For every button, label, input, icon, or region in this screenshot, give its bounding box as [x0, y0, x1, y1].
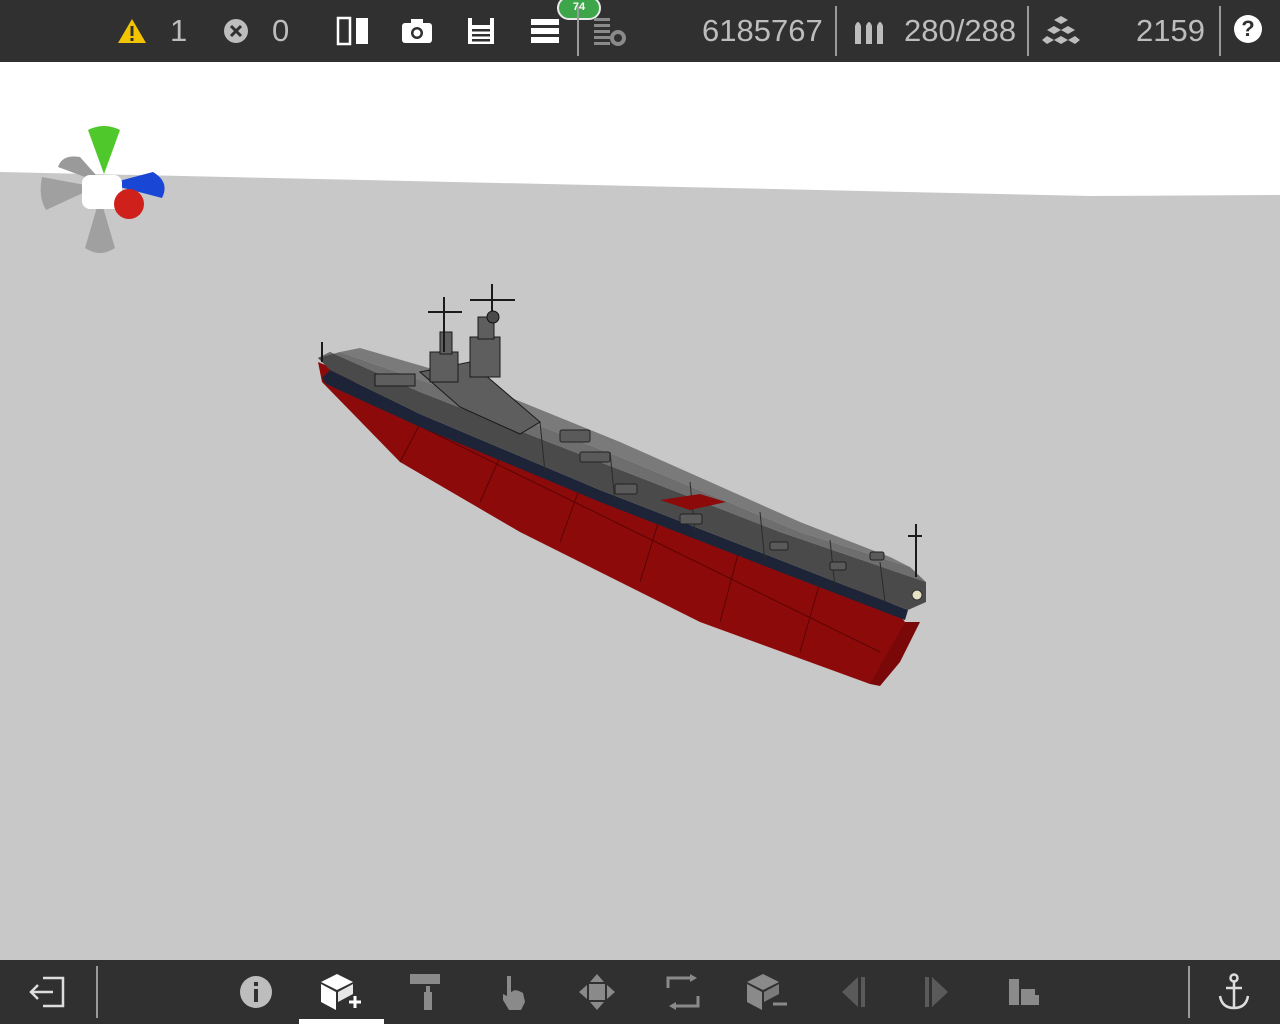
select-button[interactable]: [473, 960, 553, 1024]
mirror-button[interactable]: [336, 0, 370, 62]
info-icon: [240, 976, 272, 1008]
previous-button[interactable]: [813, 960, 893, 1024]
camera-icon: [402, 19, 432, 43]
divider: [1027, 6, 1029, 56]
ammo-counter: 280/288: [852, 0, 1016, 62]
remove-block-icon: [747, 974, 787, 1010]
ammo-icon: [855, 22, 883, 44]
anchor-icon: [1218, 973, 1250, 1010]
sky: [0, 62, 1280, 196]
anchor-button[interactable]: [1194, 960, 1274, 1024]
warning-icon: [118, 19, 146, 43]
next-icon: [925, 977, 948, 1007]
screenshot-button[interactable]: [400, 0, 434, 62]
save-icon: [468, 18, 494, 44]
ammo-value: 280/288: [904, 13, 1017, 48]
save-button[interactable]: [466, 0, 496, 62]
exit-icon: [29, 976, 65, 1008]
errors-count: 0: [272, 13, 290, 48]
structures-icon: [1009, 979, 1039, 1005]
block-count: 6185767: [702, 0, 823, 62]
touch-icon: [503, 976, 525, 1010]
divider: [577, 6, 579, 56]
layers-icon: [594, 18, 626, 46]
warnings-indicator[interactable]: 1: [116, 0, 187, 62]
rotate-icon: [666, 974, 700, 1010]
block-count-value: 6185767: [702, 13, 823, 48]
divider: [1219, 6, 1221, 56]
errors-indicator[interactable]: 0: [222, 0, 289, 62]
bottom-toolbar: [0, 960, 1280, 1024]
layers-button[interactable]: [592, 0, 630, 62]
warnings-count: 1: [170, 13, 188, 48]
paint-button[interactable]: [386, 960, 466, 1024]
menu-button[interactable]: [530, 0, 560, 62]
3d-viewport[interactable]: [0, 62, 1280, 960]
vertex-counter: 2159: [1042, 0, 1205, 62]
prev-icon: [842, 977, 865, 1007]
error-icon: [224, 19, 248, 43]
cubes-icon: [1042, 16, 1080, 44]
rotate-button[interactable]: [643, 960, 723, 1024]
help-icon[interactable]: ?: [1234, 15, 1262, 43]
exit-button[interactable]: [7, 960, 87, 1024]
battleship-model[interactable]: [318, 284, 926, 686]
menu-icon: [531, 19, 559, 43]
top-toolbar: 1 0 74 6185767 280/288 2159 ?: [0, 0, 1280, 62]
mirror-icon: [336, 16, 368, 46]
remove-block-button[interactable]: [727, 960, 807, 1024]
paint-roller-icon: [410, 974, 440, 1010]
divider: [1188, 966, 1190, 1018]
add-block-icon: [321, 974, 361, 1010]
add-block-button[interactable]: [301, 960, 381, 1024]
move-icon: [579, 974, 615, 1010]
info-button[interactable]: [216, 960, 296, 1024]
divider: [96, 966, 98, 1018]
next-button[interactable]: [897, 960, 977, 1024]
scene: [0, 62, 1280, 686]
active-tool-indicator: [299, 1019, 384, 1024]
divider: [835, 6, 837, 56]
structures-button[interactable]: [983, 960, 1063, 1024]
vertex-value: 2159: [1136, 13, 1205, 48]
move-button[interactable]: [557, 960, 637, 1024]
